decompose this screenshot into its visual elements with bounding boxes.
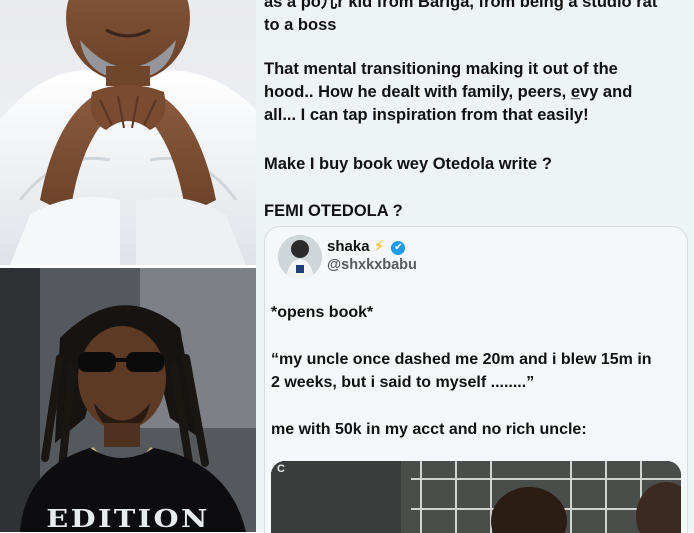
quoted-line-3: me with 50k in my acct and no rich uncle… (271, 421, 587, 438)
tweet-paragraph-2: That mental transitioning making it out … (264, 60, 633, 124)
quoted-display-name-row[interactable]: shaka ⚡ ✔ (327, 237, 406, 255)
quoted-tweet-card[interactable]: shaka ⚡ ✔ @shxkxbabu *opens book* “my un… (264, 226, 688, 533)
quoted-line-2: “my uncle once dashed me 20m and i blew … (271, 351, 652, 391)
photo-man-with-sunglasses: EDITION (0, 268, 256, 532)
avatar[interactable] (278, 235, 322, 279)
avatar-image (278, 235, 322, 279)
verified-badge-icon: ✔ (391, 241, 406, 255)
quoted-tweet-image-illustration (271, 461, 681, 533)
quoted-handle[interactable]: @shxkxbabu (327, 257, 417, 273)
tweet-paragraph-1: as a po⼉r kid from Bariga, from being a … (264, 0, 658, 34)
photo-man-in-white-illustration (0, 0, 256, 265)
quoted-line-1: *opens book* (271, 304, 374, 321)
photo-man-with-sunglasses-illustration (0, 268, 256, 532)
image-corner-label: C (277, 463, 285, 475)
quoted-display-name[interactable]: shaka (327, 238, 370, 255)
lightning-bolt-icon: ⚡ (373, 238, 385, 255)
tweet-paragraph-3: Make I buy book wey Otedola write ? (264, 155, 552, 173)
photo-man-in-white (0, 0, 256, 265)
quoted-tweet-image[interactable]: C (271, 461, 681, 533)
shirt-print-text: EDITION (46, 504, 210, 532)
tweet-screenshot: as a po⼉r kid from Bariga, from being a … (256, 0, 694, 533)
tweet-paragraph-4: FEMI OTEDOLA ? (264, 202, 403, 220)
